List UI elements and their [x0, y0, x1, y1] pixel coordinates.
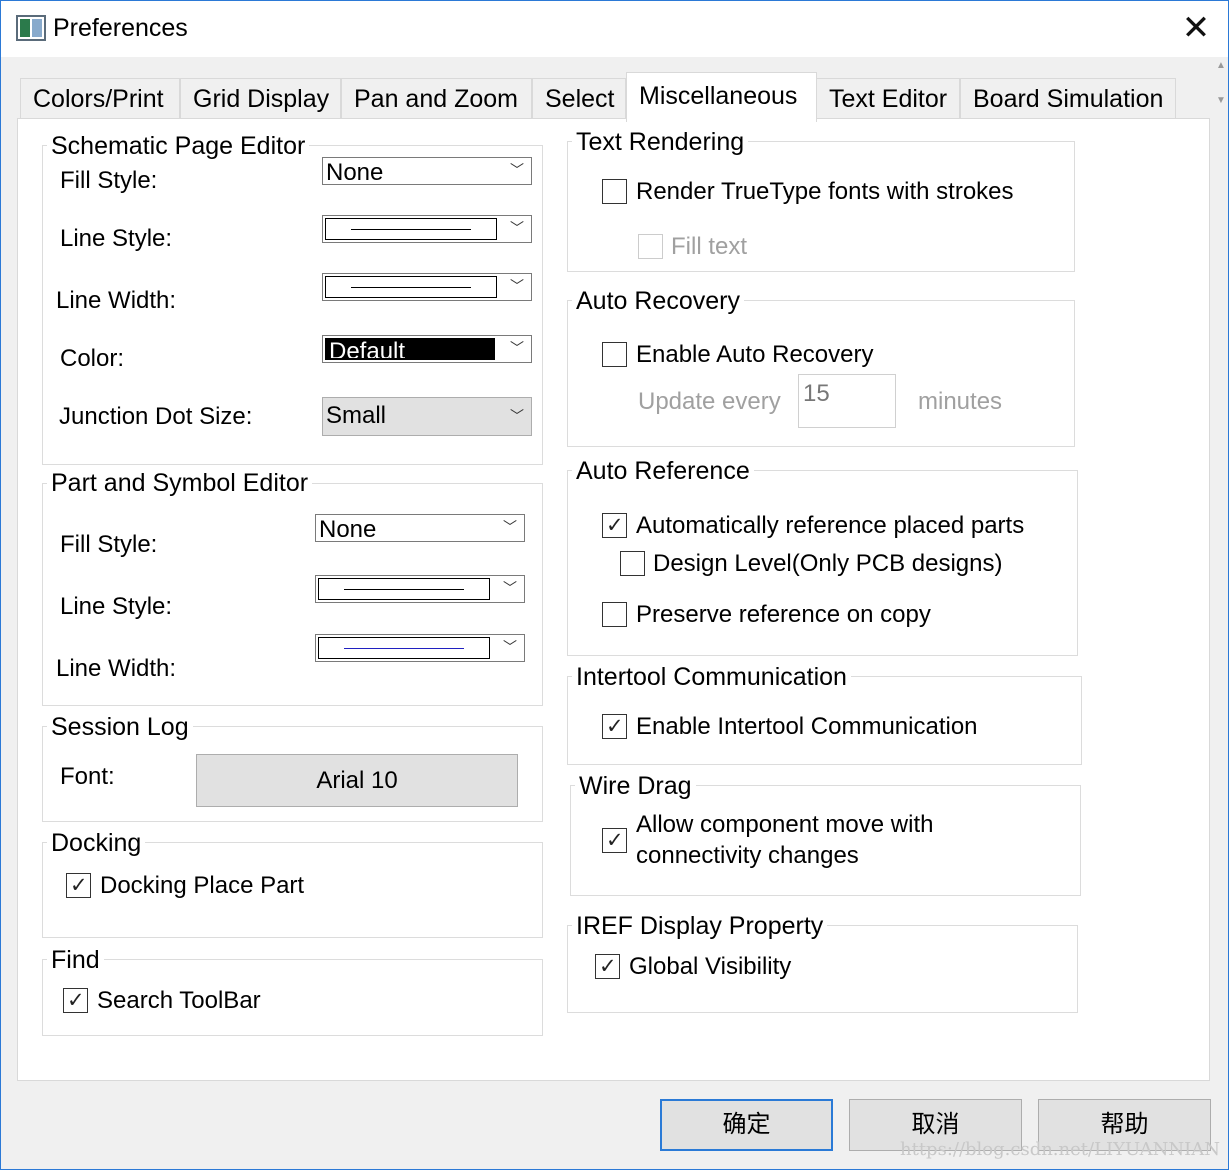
find-group-title: Find: [47, 945, 104, 975]
fill-text-label: Fill text: [671, 233, 748, 260]
schematic-line-style-select[interactable]: ﹀: [322, 215, 532, 243]
update-every-label: Update every: [638, 388, 781, 415]
app-icon: [16, 15, 46, 41]
schematic-fill-style-label: Fill Style:: [60, 167, 158, 194]
iref-group-title: IREF Display Property: [572, 911, 828, 941]
chevron-down-icon: ﹀: [510, 408, 524, 424]
schematic-color-select[interactable]: Default ﹀: [322, 335, 532, 363]
enable-intertool-label: Enable Intertool Communication: [636, 713, 978, 740]
chevron-down-icon: ﹀: [510, 220, 524, 236]
part-symbol-group-title: Part and Symbol Editor: [47, 468, 313, 498]
design-level-checkbox[interactable]: [620, 551, 645, 576]
enable-auto-recovery-checkbox[interactable]: [602, 342, 627, 367]
wire-drag-group-title: Wire Drag: [575, 771, 696, 801]
part-fill-style-select[interactable]: None ﹀: [315, 514, 525, 542]
tab-pan-and-zoom[interactable]: Pan and Zoom: [341, 78, 532, 120]
auto-recovery-group-title: Auto Recovery: [572, 286, 744, 316]
allow-component-move-label-line1: Allow component move with: [636, 811, 934, 838]
schematic-fill-style-select[interactable]: None ﹀: [322, 157, 532, 185]
docking-place-part-checkbox[interactable]: ✓: [66, 873, 91, 898]
close-icon[interactable]: ✕: [1176, 8, 1216, 48]
schematic-line-style-label: Line Style:: [60, 225, 173, 252]
session-log-font-label: Font:: [60, 763, 115, 790]
part-line-style-select[interactable]: ﹀: [315, 575, 525, 603]
color-swatch: Default: [325, 338, 495, 360]
watermark-text: https://blog.csdn.net/LIYUANNIAN: [900, 1139, 1220, 1160]
schematic-line-width-select[interactable]: ﹀: [322, 273, 532, 301]
allow-component-move-checkbox[interactable]: ✓: [602, 828, 627, 853]
auto-reference-label: Automatically reference placed parts: [636, 512, 1025, 539]
schematic-fill-style-value: None: [326, 159, 384, 181]
allow-component-move-label-line2: connectivity changes: [636, 842, 859, 869]
global-visibility-checkbox[interactable]: ✓: [595, 954, 620, 979]
intertool-group-title: Intertool Communication: [572, 662, 851, 692]
chevron-down-icon: ﹀: [510, 162, 524, 178]
schematic-line-width-label: Line Width:: [56, 287, 177, 314]
docking-place-part-label: Docking Place Part: [100, 872, 305, 899]
part-line-style-label: Line Style:: [60, 593, 173, 620]
design-level-label: Design Level(Only PCB designs): [653, 550, 1003, 577]
checkmark-icon: ✓: [606, 829, 624, 852]
line-style-swatch: [318, 578, 490, 600]
line-style-swatch: [325, 218, 497, 240]
docking-group-title: Docking: [47, 828, 146, 858]
session-log-font-button[interactable]: Arial 10: [196, 754, 518, 807]
checkmark-icon: ✓: [70, 874, 88, 897]
text-rendering-group-title: Text Rendering: [572, 127, 749, 157]
chevron-down-icon: ﹀: [510, 340, 524, 356]
search-toolbar-checkbox[interactable]: ✓: [63, 988, 88, 1013]
tab-colors-print[interactable]: Colors/Print: [20, 78, 180, 120]
checkmark-icon: ✓: [67, 989, 85, 1012]
render-truetype-label: Render TrueType fonts with strokes: [636, 178, 1014, 205]
junction-dot-size-select[interactable]: Small ﹀: [322, 397, 532, 436]
chevron-down-icon: ﹀: [510, 278, 524, 294]
tab-scroll-down-icon[interactable]: ▼: [1216, 95, 1226, 106]
update-minutes-input[interactable]: 15: [798, 374, 896, 428]
part-fill-style-label: Fill Style:: [60, 531, 158, 558]
enable-intertool-checkbox[interactable]: ✓: [602, 714, 627, 739]
part-line-width-label: Line Width:: [56, 655, 177, 682]
preserve-reference-checkbox[interactable]: [602, 602, 627, 627]
tab-select[interactable]: Select: [532, 78, 626, 120]
junction-dot-size-label: Junction Dot Size:: [59, 403, 253, 430]
tab-grid-display[interactable]: Grid Display: [180, 78, 341, 120]
render-truetype-checkbox[interactable]: [602, 179, 627, 204]
schematic-color-value: Default: [329, 338, 406, 358]
search-toolbar-label: Search ToolBar: [97, 987, 261, 1014]
schematic-color-label: Color:: [60, 345, 125, 372]
line-width-swatch: [318, 637, 490, 659]
global-visibility-label: Global Visibility: [629, 953, 792, 980]
preserve-reference-label: Preserve reference on copy: [636, 601, 931, 628]
minutes-label: minutes: [918, 388, 1003, 415]
line-width-swatch: [325, 276, 497, 298]
tab-text-editor[interactable]: Text Editor: [816, 78, 960, 120]
chevron-down-icon: ﹀: [503, 580, 517, 596]
schematic-group-title: Schematic Page Editor: [47, 131, 310, 161]
checkmark-icon: ✓: [606, 715, 624, 738]
part-fill-style-value: None: [319, 516, 377, 538]
junction-dot-size-value: Small: [326, 402, 387, 429]
auto-reference-group-title: Auto Reference: [572, 456, 754, 486]
part-line-width-select[interactable]: ﹀: [315, 634, 525, 662]
chevron-down-icon: ﹀: [503, 519, 517, 535]
chevron-down-icon: ﹀: [503, 639, 517, 655]
tab-miscellaneous[interactable]: Miscellaneous: [626, 72, 817, 122]
tab-scroll-up-icon[interactable]: ▲: [1216, 60, 1226, 71]
checkmark-icon: ✓: [606, 514, 624, 537]
enable-auto-recovery-label: Enable Auto Recovery: [636, 341, 874, 368]
ok-button[interactable]: 确定: [660, 1099, 833, 1151]
tab-board-simulation[interactable]: Board Simulation: [960, 78, 1176, 120]
checkmark-icon: ✓: [599, 955, 617, 978]
fill-text-checkbox[interactable]: [638, 234, 663, 259]
session-log-group-title: Session Log: [47, 712, 193, 742]
auto-reference-checkbox[interactable]: ✓: [602, 513, 627, 538]
window-title: Preferences: [53, 14, 188, 42]
